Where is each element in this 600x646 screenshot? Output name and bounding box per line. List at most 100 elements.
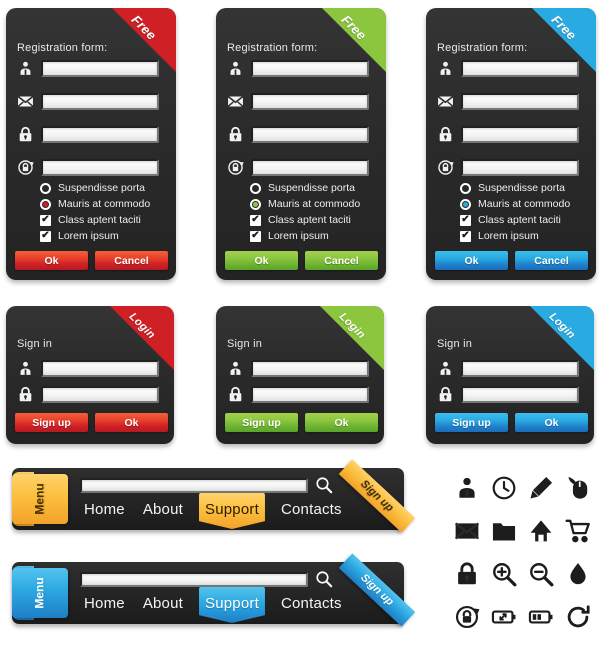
radio-option[interactable]: Suspendisse porta — [40, 180, 150, 196]
zoom-out-icon[interactable] — [528, 561, 554, 587]
navigation-bar: Menu Home About Support Contacts Sign up — [12, 459, 416, 533]
checkbox-option[interactable]: ✔ Lorem ipsum — [460, 228, 570, 244]
envelope-icon — [437, 93, 454, 110]
radio-button[interactable] — [460, 198, 471, 210]
button-row: Sign up Ok — [15, 413, 168, 432]
field-input-envelope[interactable] — [251, 93, 369, 110]
search-input[interactable] — [80, 478, 308, 493]
refresh-icon[interactable] — [565, 604, 591, 630]
ok-button[interactable]: Ok — [225, 251, 298, 270]
radio-button[interactable] — [250, 182, 261, 194]
battery-charging-icon[interactable] — [491, 604, 517, 630]
field-input-lock[interactable] — [461, 126, 579, 143]
ok-button[interactable]: Ok — [515, 413, 588, 432]
field-input-lock-refresh[interactable] — [41, 159, 159, 176]
nav-link-home[interactable]: Home — [82, 501, 127, 518]
droplet-icon[interactable] — [565, 561, 591, 587]
nav-link-contacts[interactable]: Contacts — [279, 595, 344, 612]
checkbox-option[interactable]: ✔ Class aptent taciti — [460, 212, 570, 228]
checkbox-option[interactable]: ✔ Lorem ipsum — [40, 228, 150, 244]
menu-tab-button[interactable]: Menu — [12, 568, 68, 618]
radio-option[interactable]: Suspendisse porta — [460, 180, 570, 196]
nav-link-support[interactable]: Support — [199, 493, 265, 529]
ok-button[interactable]: Ok — [435, 251, 508, 270]
sign-up-button[interactable]: Sign up — [225, 413, 298, 432]
field-input-lock[interactable] — [251, 386, 369, 403]
nav-link-label: Home — [84, 501, 125, 518]
ok-button[interactable]: Ok — [15, 251, 88, 270]
sign-up-button[interactable]: Sign up — [435, 413, 508, 432]
field-input-lock[interactable] — [41, 386, 159, 403]
corner-ribbon — [322, 8, 386, 72]
radio-button[interactable] — [40, 182, 51, 194]
form-field-row — [227, 126, 369, 143]
lock-refresh-icon — [17, 159, 34, 176]
cancel-button[interactable]: Cancel — [305, 251, 378, 270]
nav-link-contacts[interactable]: Contacts — [279, 501, 344, 518]
sign-up-button[interactable]: Sign up — [15, 413, 88, 432]
cancel-button[interactable]: Cancel — [515, 251, 588, 270]
radio-option[interactable]: Mauris at commodo — [40, 196, 150, 212]
form-field-row — [437, 93, 579, 110]
navigation-bar: Menu Home About Support Contacts Sign up — [12, 553, 416, 627]
ok-button[interactable]: Ok — [305, 413, 378, 432]
zoom-in-icon[interactable] — [491, 561, 517, 587]
home-icon[interactable] — [528, 518, 554, 544]
options-group: Suspendisse porta Mauris at commodo ✔ Class… — [40, 180, 150, 244]
button-row: Ok Cancel — [225, 251, 378, 270]
ok-button[interactable]: Ok — [95, 413, 168, 432]
field-input-lock-refresh[interactable] — [461, 159, 579, 176]
field-input-envelope[interactable] — [41, 93, 159, 110]
checkbox-box[interactable]: ✔ — [40, 230, 51, 242]
field-input-envelope[interactable] — [461, 93, 579, 110]
nav-link-home[interactable]: Home — [82, 595, 127, 612]
radio-option[interactable]: Mauris at commodo — [460, 196, 570, 212]
checkbox-box[interactable]: ✔ — [250, 214, 261, 226]
checkbox-option[interactable]: ✔ Class aptent taciti — [250, 212, 360, 228]
envelope-icon[interactable] — [454, 518, 480, 544]
radio-button[interactable] — [250, 198, 261, 210]
search-icon[interactable] — [315, 476, 333, 494]
field-input-lock-refresh[interactable] — [251, 159, 369, 176]
mouse-icon[interactable] — [565, 475, 591, 501]
registration-form-card: Free Registration form: Suspendisse porta M… — [216, 8, 386, 280]
radio-option[interactable]: Mauris at commodo — [250, 196, 360, 212]
user-icon[interactable] — [454, 475, 480, 501]
folder-icon[interactable] — [491, 518, 517, 544]
lock-icon — [17, 386, 34, 403]
nav-link-about[interactable]: About — [141, 595, 185, 612]
radio-button[interactable] — [40, 198, 51, 210]
checkbox-box[interactable]: ✔ — [40, 214, 51, 226]
field-input-lock[interactable] — [251, 126, 369, 143]
user-icon — [17, 60, 34, 77]
lock-icon[interactable] — [454, 561, 480, 587]
pencil-icon[interactable] — [528, 475, 554, 501]
clock-icon[interactable] — [491, 475, 517, 501]
menu-tab-label: Menu — [33, 577, 47, 609]
battery-half-icon[interactable] — [528, 604, 554, 630]
cart-icon[interactable] — [564, 518, 591, 544]
form-field-row — [227, 93, 369, 110]
option-label: Class aptent taciti — [268, 214, 351, 226]
checkbox-option[interactable]: ✔ Lorem ipsum — [250, 228, 360, 244]
radio-option[interactable]: Suspendisse porta — [250, 180, 360, 196]
form-field-row — [437, 159, 579, 176]
nav-link-about[interactable]: About — [141, 501, 185, 518]
checkbox-box[interactable]: ✔ — [460, 214, 471, 226]
button-row: Ok Cancel — [15, 251, 168, 270]
checkbox-box[interactable]: ✔ — [460, 230, 471, 242]
lock-refresh-icon[interactable] — [454, 604, 480, 630]
lock-icon — [17, 126, 34, 143]
option-label: Class aptent taciti — [58, 214, 141, 226]
radio-dot — [253, 201, 258, 207]
checkbox-box[interactable]: ✔ — [250, 230, 261, 242]
menu-tab-button[interactable]: Menu — [12, 474, 68, 524]
field-input-lock[interactable] — [461, 386, 579, 403]
nav-link-support[interactable]: Support — [199, 587, 265, 623]
search-input[interactable] — [80, 572, 308, 587]
checkbox-option[interactable]: ✔ Class aptent taciti — [40, 212, 150, 228]
field-input-lock[interactable] — [41, 126, 159, 143]
search-icon[interactable] — [315, 570, 333, 588]
cancel-button[interactable]: Cancel — [95, 251, 168, 270]
radio-button[interactable] — [460, 182, 471, 194]
